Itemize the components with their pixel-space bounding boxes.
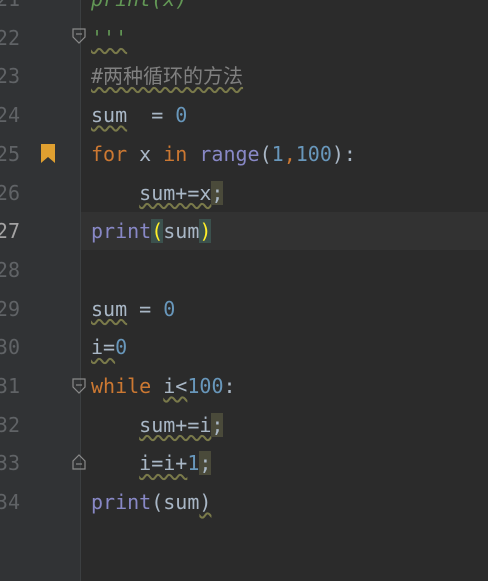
code-token: 100 <box>295 141 332 166</box>
code-line[interactable]: 27 print(sum) <box>0 212 488 250</box>
line-number: 25 <box>0 141 20 166</box>
code-line[interactable]: 23 #两种循环的方法 <box>0 57 488 95</box>
bookmark-icon[interactable] <box>40 144 56 164</box>
code-line[interactable]: 32 sum+=i; <box>0 406 488 444</box>
code-token: for <box>91 141 128 166</box>
code-token: 1 <box>271 141 284 166</box>
code-text: i=i+1; <box>91 444 212 482</box>
code-token: print <box>91 219 152 244</box>
code-token: sum <box>163 490 200 515</box>
code-token: ): <box>331 141 356 166</box>
code-token: sum <box>91 103 128 128</box>
code-token: = <box>127 103 176 128</box>
code-token: ; <box>199 451 212 476</box>
code-text: sum = 0 <box>91 96 187 134</box>
code-text: #两种循环的方法 <box>91 57 243 95</box>
code-line[interactable]: 21 print(x) <box>0 0 488 18</box>
code-text: sum+=x; <box>91 174 224 212</box>
code-token: ( <box>259 141 272 166</box>
code-token: 1 <box>187 451 200 476</box>
code-token: while <box>91 374 152 398</box>
code-text: print(sum) <box>91 212 212 250</box>
code-token: 0 <box>115 335 128 360</box>
fold-icon[interactable] <box>72 28 86 44</box>
code-token: 0 <box>163 296 176 321</box>
code-token: i= <box>91 335 116 360</box>
code-token: #两种循环的方法 <box>91 64 244 89</box>
line-number: 26 <box>0 180 20 205</box>
code-token: i< <box>163 374 188 398</box>
code-token: print(x) <box>91 0 187 11</box>
code-text: print(x) <box>91 0 187 18</box>
code-token: : <box>223 374 236 398</box>
code-line[interactable]: 34 print(sum) <box>0 483 488 521</box>
code-token: 0 <box>175 103 188 128</box>
code-token: sum <box>163 219 200 244</box>
line-number: 27 <box>0 219 20 244</box>
code-text: print(sum) <box>91 483 211 521</box>
line-number: 24 <box>0 103 20 128</box>
code-token: print <box>91 490 152 515</box>
line-number: 22 <box>0 25 20 50</box>
code-text: sum = 0 <box>91 290 175 328</box>
code-line[interactable]: 24 sum = 0 <box>0 96 488 134</box>
code-text: for x in range(1,100): <box>91 135 356 173</box>
line-number: 29 <box>0 296 20 321</box>
code-token: ( <box>151 219 164 244</box>
code-line[interactable]: 30 i=0 <box>0 328 488 366</box>
fold-icon[interactable] <box>72 454 86 470</box>
code-token: sum+=x <box>139 180 212 205</box>
line-number: 28 <box>0 257 20 282</box>
code-token: ) <box>199 490 212 515</box>
code-token: ; <box>211 412 224 437</box>
line-number: 34 <box>0 490 20 515</box>
code-text: while i<100: <box>91 367 236 405</box>
code-token: sum <box>91 296 128 321</box>
code-line[interactable]: 25 for x in range(1,100): <box>0 135 488 173</box>
line-number: 21 <box>0 0 20 18</box>
code-token: x <box>127 141 164 166</box>
code-token: , <box>283 141 296 166</box>
line-number: 30 <box>0 335 20 360</box>
line-number: 31 <box>0 374 20 398</box>
fold-icon[interactable] <box>72 378 86 394</box>
code-token: sum+=i <box>139 412 212 437</box>
line-number: 33 <box>0 451 20 476</box>
code-line[interactable]: 29 sum = 0 <box>0 290 488 328</box>
code-token: ) <box>199 219 212 244</box>
code-token: 100 <box>187 374 224 398</box>
code-text: i=0 <box>91 328 127 366</box>
code-token: range <box>199 141 260 166</box>
line-number: 32 <box>0 412 20 437</box>
code-token: i=i+ <box>139 451 188 476</box>
code-line[interactable]: 26 sum+=x; <box>0 174 488 212</box>
line-number: 23 <box>0 64 20 89</box>
code-token: ; <box>211 180 224 205</box>
code-token: ''' <box>91 25 128 50</box>
code-text: sum+=i; <box>91 406 224 444</box>
code-token: in <box>163 141 188 166</box>
code-text: ''' <box>91 19 127 57</box>
code-token: = <box>127 296 164 321</box>
code-token: ( <box>151 490 164 515</box>
code-line[interactable]: 28 <box>0 251 488 289</box>
